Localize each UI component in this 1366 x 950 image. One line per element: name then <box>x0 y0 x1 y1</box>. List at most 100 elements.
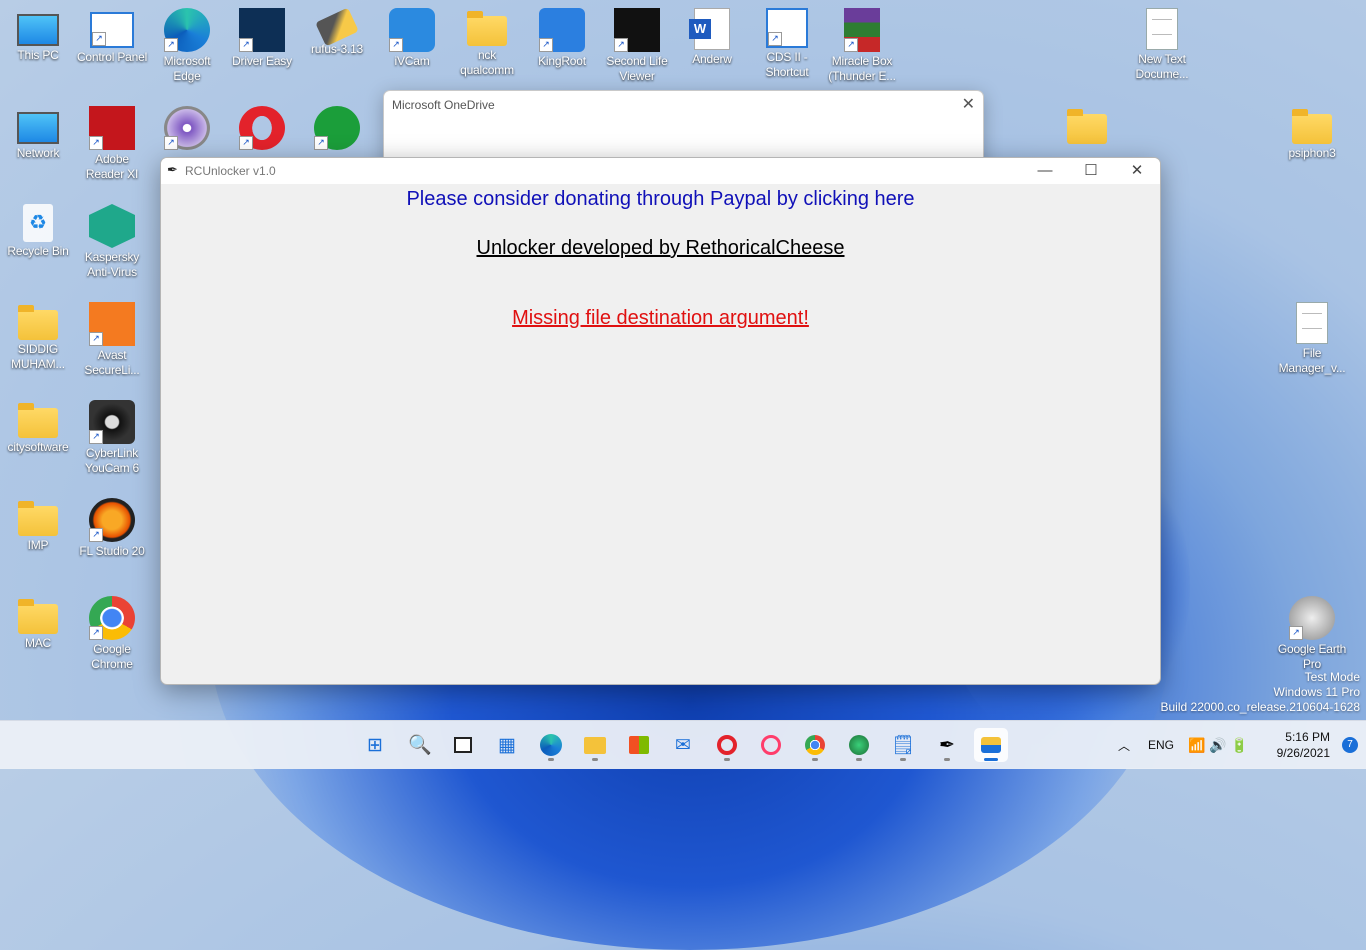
search-button[interactable]: 🔍 <box>403 728 437 762</box>
desktop-icon-label: KingRoot <box>538 54 586 68</box>
task-view-icon <box>454 737 472 753</box>
taskbar-edge[interactable] <box>534 728 568 762</box>
desktop-icon-cds-ii[interactable]: ↗ CDS II - Shortcut <box>750 2 824 80</box>
kaspersky-icon <box>89 204 135 248</box>
desktop-icon-driver-easy[interactable]: ↗ Driver Easy <box>225 2 299 69</box>
widgets-button[interactable]: ▦ <box>490 728 524 762</box>
donate-link[interactable]: Please consider donating through Paypal … <box>161 188 1160 211</box>
desktop-icon-kaspersky[interactable]: Kaspersky Anti-Virus <box>75 198 149 280</box>
rcunlocker-window: ✒ RCUnlocker v1.0 — ☐ ✕ Please consider … <box>160 157 1161 685</box>
watermark-line1: Test Mode <box>1304 670 1360 684</box>
hand-icon: ↗ <box>614 8 660 52</box>
folder-icon <box>18 501 58 536</box>
desktop-icon-label: Anderw <box>692 52 732 66</box>
folder-icon <box>18 305 58 340</box>
taskbar: ⊞ 🔍 ▦ ✉ 🗒 ✒ ︿ ENG 📶 🔊 🔋 5:16 PM 9/26/202… <box>0 720 1366 769</box>
maximize-button[interactable]: ☐ <box>1068 158 1114 184</box>
desktop-icon-google-chrome[interactable]: ↗ Google Chrome <box>75 590 149 672</box>
desktop-icon-mac[interactable]: MAC <box>1 590 75 651</box>
desktop-icon-label: New Text Docume... <box>1135 52 1189 81</box>
taskbar-rcunlocker[interactable]: ✒ <box>930 728 964 762</box>
watermark-line2: Windows 11 Pro <box>1273 685 1360 699</box>
show-hidden-icons-button[interactable]: ︿ <box>1118 721 1130 769</box>
taskbar-onedrive-setup[interactable] <box>974 728 1008 762</box>
taskbar-chrome[interactable] <box>798 728 832 762</box>
taskbar-file-explorer[interactable] <box>578 728 612 762</box>
taskbar-store[interactable] <box>622 728 656 762</box>
desktop-icon-anderw[interactable]: W Anderw <box>675 2 749 67</box>
control-panel-icon: ↗ <box>90 12 134 48</box>
windows-logo-icon: ⊞ <box>367 734 383 756</box>
network-icon <box>17 112 59 144</box>
battery-icon: 🔋 <box>1230 736 1249 753</box>
desktop-icon-nck-qualcomm[interactable]: nck qualcomm <box>450 2 524 78</box>
task-view-button[interactable] <box>446 728 480 762</box>
desktop-icon-opera[interactable]: ↗ <box>225 100 299 152</box>
clock-date: 9/26/2021 <box>1276 746 1330 760</box>
onedrive-close-button[interactable]: ✕ <box>962 94 975 114</box>
desktop-icon-label: CDS II - Shortcut <box>765 50 809 79</box>
camera-icon: ↗ <box>89 400 135 444</box>
opera-icon <box>717 735 737 755</box>
close-button[interactable]: ✕ <box>1114 158 1160 184</box>
clock[interactable]: 5:16 PM 9/26/2021 <box>1277 729 1330 761</box>
taskbar-mail[interactable]: ✉ <box>666 728 700 762</box>
desktop-icon-label: MAC <box>24 636 52 650</box>
desktop-icon-citysoftware[interactable]: citysoftware <box>1 394 75 455</box>
desktop-icon-ivcam[interactable]: ↗ iVCam <box>375 2 449 69</box>
volume-icon: 🔊 <box>1209 736 1227 753</box>
opera-gx-icon <box>761 735 781 755</box>
title-bar[interactable]: ✒ RCUnlocker v1.0 — ☐ ✕ <box>161 158 1160 184</box>
taskbar-idm[interactable] <box>842 728 876 762</box>
desktop-icon-imp[interactable]: IMP <box>1 492 75 553</box>
fruit-icon: ↗ <box>89 498 135 542</box>
lock-icon: ↗ <box>89 302 135 346</box>
folder-icon <box>1292 109 1332 144</box>
desktop-icon-google-earth[interactable]: ↗ Google Earth Pro <box>1275 590 1349 672</box>
usb-drive-icon <box>315 7 359 47</box>
desktop-icon-youcam[interactable]: ↗ CyberLink YouCam 6 <box>75 394 149 476</box>
language-indicator[interactable]: ENG <box>1148 721 1174 769</box>
desktop-icon-label: SIDDIG MUHAM... <box>11 342 65 371</box>
desktop-icon-second-life[interactable]: ↗ Second Life Viewer <box>600 2 674 84</box>
desktop-icon-network[interactable]: Network <box>1 100 75 161</box>
language-label: ENG <box>1148 738 1175 752</box>
desktop-icon-fl-studio[interactable]: ↗ FL Studio 20 <box>75 492 149 559</box>
watermark-line3: Build 22000.co_release.210604-1628 <box>1160 700 1361 714</box>
desktop-icon-recycle-bin[interactable]: ♻ Recycle Bin <box>1 198 75 259</box>
widgets-icon: ▦ <box>498 734 516 756</box>
desktop-icon-disc[interactable]: ↗ <box>150 100 224 152</box>
taskbar-opera[interactable] <box>710 728 744 762</box>
desktop-icon-folder[interactable] <box>1050 100 1124 146</box>
desktop-icon-rufus[interactable]: rufus-3.13 <box>300 2 374 57</box>
onedrive-icon <box>981 737 1001 753</box>
desktop-icon-psiphon3[interactable]: psiphon3 <box>1275 100 1349 161</box>
minimize-button[interactable]: — <box>1022 158 1068 184</box>
recycle-bin-icon: ♻ <box>23 204 53 242</box>
desktop-icon-new-text-document[interactable]: New Text Docume... <box>1125 2 1199 82</box>
desktop-icon-kingroot[interactable]: ↗ KingRoot <box>525 2 599 69</box>
notification-badge[interactable]: 7 <box>1342 737 1358 753</box>
start-button[interactable]: ⊞ <box>358 728 392 762</box>
desktop-icon-this-pc[interactable]: This PC <box>1 2 75 63</box>
pdf-icon: ↗ <box>89 106 135 150</box>
desktop-icon-label: This PC <box>17 48 59 62</box>
file-icon <box>1296 302 1328 344</box>
taskbar-notepad[interactable]: 🗒 <box>886 728 920 762</box>
desktop-icon-adobe-reader[interactable]: ↗ Adobe Reader XI <box>75 100 149 182</box>
desktop-icon-label: Google Chrome <box>91 642 133 671</box>
desktop-icon-label: Network <box>16 146 60 160</box>
search-icon: 🔍 <box>408 735 432 756</box>
taskbar-opera-gx[interactable] <box>754 728 788 762</box>
desktop-icon-siddig[interactable]: SIDDIG MUHAM... <box>1 296 75 372</box>
desktop-icon-label: nck qualcomm <box>460 48 514 77</box>
desktop-icon-file-manager[interactable]: File Manager_v... <box>1275 296 1349 376</box>
desktop-icon-miracle-box[interactable]: ↗ Miracle Box (Thunder E... <box>825 2 899 84</box>
desktop-icon-edge[interactable]: ↗ Microsoft Edge <box>150 2 224 84</box>
quick-settings[interactable]: 📶 🔊 🔋 <box>1188 721 1248 769</box>
desktop-icon-green-app[interactable]: ↗ <box>300 100 374 152</box>
desktop-icon-label: Control Panel <box>76 50 148 64</box>
desktop-icon-control-panel[interactable]: ↗ Control Panel <box>75 2 149 65</box>
desktop-icon-avast-secureline[interactable]: ↗ Avast SecureLi... <box>75 296 149 378</box>
desktop-icon-label: Google Earth Pro <box>1277 642 1347 671</box>
